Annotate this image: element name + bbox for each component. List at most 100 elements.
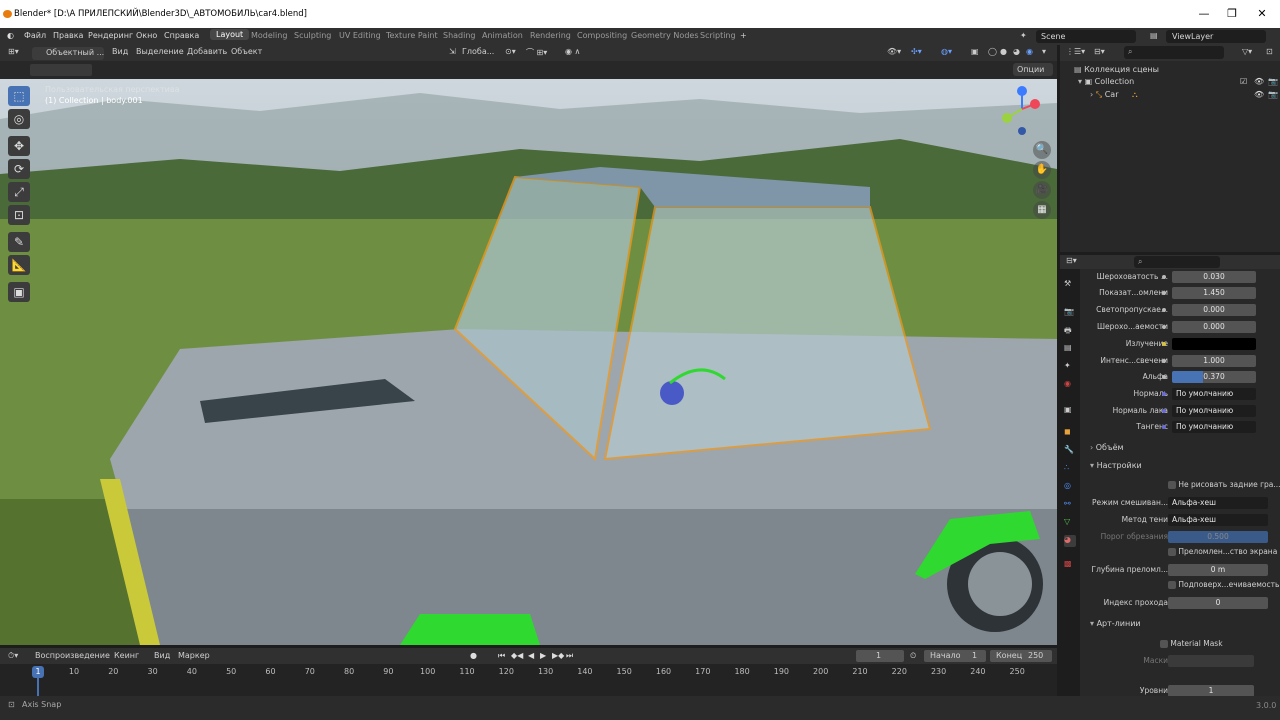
3d-viewport[interactable]: Пользовательская перспектива (1) Collect…	[0, 79, 1057, 645]
prop-value-transmission[interactable]: 0.000	[1172, 304, 1256, 316]
tab-uv-editing[interactable]: UV Editing	[339, 31, 381, 40]
shading-options-icon[interactable]: ▾	[1042, 47, 1046, 56]
next-keyframe-icon[interactable]: ▶◆	[552, 651, 564, 660]
properties-editor-icon[interactable]: ⊟▾	[1066, 256, 1077, 265]
render-camera-icon[interactable]: 📷	[1268, 77, 1278, 86]
tab-texture-paint[interactable]: Texture Paint	[386, 31, 438, 40]
prop-value-ior[interactable]: 1.450	[1172, 287, 1256, 299]
maximize-button[interactable]: ❐	[1222, 6, 1242, 22]
timeline-body[interactable]: 1 10 20 30 40 50 60 70 80 90 100 110 120 130 140 150 16…	[0, 664, 1057, 696]
jump-end-icon[interactable]: ⏭	[566, 651, 573, 661]
outliner-root[interactable]: ▤ Коллекция сцены	[1074, 65, 1159, 74]
shading-material-icon[interactable]: ◕	[1013, 47, 1020, 56]
screen-refraction-checkbox[interactable]: Преломлен...ство экрана	[1168, 547, 1277, 556]
socket-dot[interactable]	[1162, 392, 1166, 396]
options-dropdown[interactable]: Опции	[1013, 63, 1053, 76]
add-workspace-button[interactable]: +	[740, 31, 747, 40]
socket-dot[interactable]	[1162, 291, 1166, 295]
menu-edit[interactable]: Правка	[53, 31, 83, 40]
subsurface-translucency-checkbox[interactable]: Подповерх...ечиваемость	[1168, 580, 1279, 589]
socket-dot[interactable]	[1162, 342, 1166, 346]
measure-tool[interactable]: 📐	[8, 255, 30, 275]
tab-geometry-nodes[interactable]: Geometry Nodes	[631, 31, 698, 40]
play-icon[interactable]: ▶	[540, 651, 546, 660]
pass-index-field[interactable]: 0	[1168, 597, 1268, 609]
clip-threshold-field[interactable]: 0.500	[1168, 531, 1268, 543]
physics-tab-icon[interactable]: ◎	[1064, 481, 1076, 493]
prop-value-normal[interactable]: По умолчанию	[1172, 388, 1256, 400]
menu-object[interactable]: Объект	[231, 47, 262, 56]
material-mask-checkbox[interactable]: Material Mask	[1160, 639, 1223, 648]
outliner-item-car[interactable]: › ⤡ Car ⛬ 👁 📷	[1090, 90, 1280, 100]
menu-view[interactable]: Вид	[112, 47, 128, 56]
visibility-eye-icon[interactable]: 👁	[1254, 90, 1264, 99]
checkbox-box[interactable]	[1168, 548, 1176, 556]
modifier-tab-icon[interactable]: 🔧	[1064, 445, 1076, 457]
socket-dot[interactable]	[1162, 325, 1166, 329]
tab-scripting[interactable]: Scripting	[700, 31, 736, 40]
prop-value-emission-strength[interactable]: 1.000	[1172, 355, 1256, 367]
jump-start-icon[interactable]: ⏮	[498, 651, 505, 661]
prop-value-clearcoat-normal[interactable]: По умолчанию	[1172, 405, 1256, 417]
socket-dot[interactable]	[1162, 375, 1166, 379]
menu-help[interactable]: Справка	[164, 31, 199, 40]
prop-value-emission-color[interactable]	[1172, 338, 1256, 350]
backface-culling-checkbox[interactable]: Не рисовать задние гра...	[1168, 480, 1280, 489]
move-tool[interactable]: ✥	[8, 136, 30, 156]
tab-modeling[interactable]: Modeling	[251, 31, 287, 40]
tab-shading[interactable]: Shading	[443, 31, 476, 40]
tab-layout[interactable]: Layout	[210, 29, 250, 40]
pan-hand-icon[interactable]: ✋	[1033, 161, 1051, 179]
mode-selector[interactable]: Объектный ...	[32, 47, 104, 60]
tab-animation[interactable]: Animation	[482, 31, 523, 40]
menu-window[interactable]: Окно	[136, 31, 157, 40]
start-frame-field[interactable]: Начало 1	[924, 650, 986, 662]
camera-view-icon[interactable]: 🎥	[1033, 181, 1051, 199]
shading-solid-icon[interactable]: ●	[1000, 47, 1007, 56]
render-camera-icon[interactable]: 📷	[1268, 90, 1278, 99]
checkbox-box[interactable]	[1160, 640, 1168, 648]
prop-value-tangent[interactable]: По умолчанию	[1172, 421, 1256, 433]
menu-keying[interactable]: Кеинг	[114, 651, 139, 660]
tab-rendering[interactable]: Rendering	[530, 31, 571, 40]
select-mode-buttons[interactable]	[30, 64, 92, 76]
socket-dot[interactable]	[1162, 359, 1166, 363]
tab-sculpting[interactable]: Sculpting	[294, 31, 331, 40]
blender-menu-icon[interactable]: ◐	[7, 31, 14, 40]
checkbox-box[interactable]	[1168, 481, 1176, 489]
menu-marker[interactable]: Маркер	[178, 651, 210, 660]
shading-rendered-icon[interactable]: ◉	[1026, 47, 1033, 56]
prop-value-alpha[interactable]: 0.370	[1172, 371, 1256, 383]
record-icon[interactable]: ●	[470, 651, 477, 660]
transform-gizmo[interactable]	[660, 381, 684, 405]
ortho-grid-icon[interactable]: ▦	[1033, 201, 1051, 219]
scene-selector[interactable]: Scene	[1036, 30, 1136, 43]
prop-value-roughness[interactable]: 0.030	[1172, 271, 1256, 283]
close-button[interactable]: ✕	[1252, 6, 1272, 22]
menu-playback[interactable]: Воспроизведение	[35, 651, 110, 660]
filter-icon[interactable]: ▽▾	[1242, 47, 1252, 56]
annotate-tool[interactable]: ✎	[8, 232, 30, 252]
refraction-depth-field[interactable]: 0 m	[1168, 564, 1268, 576]
xray-icon[interactable]: ▣	[971, 47, 979, 56]
select-box-tool[interactable]: ⬚	[8, 86, 30, 106]
socket-dot[interactable]	[1162, 275, 1166, 279]
scale-tool[interactable]: ⤢	[8, 182, 30, 202]
cursor-tool[interactable]: ◎	[8, 109, 30, 129]
exclude-checkbox-icon[interactable]: ☑	[1240, 77, 1247, 86]
panel-settings-header[interactable]: ▾ Настройки	[1090, 461, 1142, 470]
visibility-icon[interactable]: 👁▾	[887, 47, 901, 56]
socket-dot[interactable]	[1162, 425, 1166, 429]
pivot-icon[interactable]: ⊙▾	[505, 47, 516, 56]
tab-compositing[interactable]: Compositing	[577, 31, 627, 40]
add-cube-tool[interactable]: ▣	[8, 282, 30, 302]
rotate-tool[interactable]: ⟳	[8, 159, 30, 179]
panel-line-art-header[interactable]: ▾ Арт-линии	[1090, 619, 1141, 628]
masks-toggle-group[interactable]	[1168, 655, 1254, 667]
proportional-edit-icon[interactable]: ◉ ∧	[565, 47, 580, 56]
particles-tab-icon[interactable]: ∴	[1064, 463, 1076, 475]
timeline-editor-icon[interactable]: ⏱▾	[8, 651, 18, 661]
end-frame-field[interactable]: Конец 250	[990, 650, 1052, 662]
menu-render[interactable]: Рендеринг	[88, 31, 133, 40]
panel-volume-header[interactable]: › Объём	[1090, 443, 1124, 452]
